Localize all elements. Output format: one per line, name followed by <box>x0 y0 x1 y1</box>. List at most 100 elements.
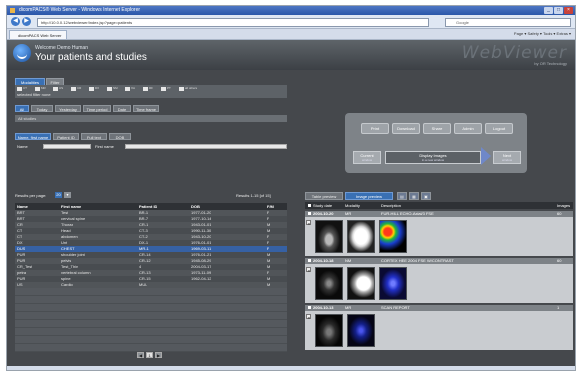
actions-panel: Current window Display Images in a new w… <box>345 113 527 173</box>
page-title: Your patients and studies <box>35 52 147 63</box>
tab-table-preview[interactable]: Table preview <box>305 192 343 200</box>
image-thumbnail[interactable] <box>379 267 407 300</box>
expand-arrow-icon[interactable]: ◂ <box>306 220 311 226</box>
col-images: Images <box>557 203 571 208</box>
empty-row <box>15 304 287 312</box>
modality-checkbox[interactable] <box>125 87 130 91</box>
close-button[interactable]: × <box>564 7 573 14</box>
image-thumbnail[interactable] <box>347 220 375 253</box>
tab-filter[interactable]: Filter <box>46 78 64 85</box>
list-view-icon[interactable]: ▤ <box>397 192 407 200</box>
action-button[interactable]: Download <box>392 123 420 134</box>
display-images-button[interactable]: Display Images in a new window <box>385 151 481 164</box>
checkbox-icon[interactable] <box>308 306 311 309</box>
search-input[interactable]: Google <box>445 18 571 27</box>
filter-button[interactable]: Yesterday <box>55 105 81 112</box>
large-view-icon[interactable]: ▣ <box>421 192 431 200</box>
empty-row <box>15 312 287 320</box>
ie-icon <box>10 8 15 13</box>
browser-window: dicomPACS® Web Server - Windows Internet… <box>6 5 576 371</box>
modality-checkbox[interactable] <box>89 87 94 91</box>
image-thumbnail[interactable] <box>379 220 407 253</box>
command-bar[interactable]: Page ▾ Safety ▾ Tools ▾ Extras ▾ <box>514 30 571 38</box>
action-button[interactable]: Logout <box>485 123 513 134</box>
pager-prev-button[interactable]: ◀ <box>137 352 144 358</box>
firstname-label: First name <box>95 144 114 149</box>
expand-arrow-icon[interactable]: ◂ <box>306 314 311 320</box>
display-images-sub: in a new window <box>421 158 444 162</box>
address-bar: ◀ ▶ http://10.0.0.12/webviewer/index.jsp… <box>7 15 575 29</box>
modality-checkbox[interactable] <box>17 87 22 91</box>
search-tab[interactable]: Patient ID <box>53 133 79 140</box>
name-input[interactable] <box>43 144 91 149</box>
webviewer-app: Welcome Demo Human Your patients and stu… <box>7 40 575 370</box>
thumbnail-strip: ◂ <box>305 264 573 303</box>
filter-button[interactable]: Time frame <box>133 105 159 112</box>
forward-icon[interactable]: ▶ <box>22 17 31 26</box>
tab-modalities[interactable]: Modalities <box>15 78 45 85</box>
brand-subtitle: by OR Technology <box>534 61 567 66</box>
filter-button[interactable]: All <box>15 105 29 112</box>
image-thumbnail[interactable] <box>315 314 343 347</box>
table-header: Name First name Patient ID DOB F/M <box>15 203 287 210</box>
search-tabs: Name, first name Patient ID Full text DOB <box>15 133 287 140</box>
minimize-button[interactable]: _ <box>544 7 553 14</box>
tab-image-preview[interactable]: Image preview <box>345 192 393 200</box>
modality-label: DX <box>95 86 100 90</box>
column-header[interactable]: F/M <box>267 203 274 210</box>
search-tab[interactable]: DOB <box>109 133 131 140</box>
checkbox-icon[interactable] <box>308 259 311 262</box>
column-header[interactable]: Name <box>17 203 28 210</box>
checkbox-icon[interactable] <box>308 212 311 215</box>
filter-button[interactable]: Time period <box>83 105 111 112</box>
empty-row <box>15 288 287 296</box>
pager-next-button[interactable]: ▶ <box>155 352 162 358</box>
modality-checkbox[interactable] <box>161 87 166 91</box>
modality-label: MR <box>41 86 46 90</box>
pager-current-page[interactable]: 1 <box>146 352 153 358</box>
modality-checkbox[interactable] <box>107 87 112 91</box>
filter-button[interactable]: Date <box>113 105 131 112</box>
next-window-button[interactable]: Next window <box>493 151 521 164</box>
image-thumbnail[interactable] <box>315 220 343 253</box>
expand-arrow-icon[interactable]: ◂ <box>306 267 311 273</box>
url-input[interactable]: http://10.0.0.12/webviewer/index.jsp?pag… <box>37 18 429 27</box>
action-button[interactable]: Print <box>361 123 389 134</box>
arrow-right-icon <box>481 147 491 165</box>
grid-view-icon[interactable]: ▦ <box>409 192 419 200</box>
col-modality: Modality <box>345 203 360 208</box>
empty-row <box>15 320 287 328</box>
image-thumbnail[interactable] <box>347 267 375 300</box>
column-header[interactable]: Patient ID <box>139 203 157 210</box>
modality-checkbox[interactable] <box>35 87 40 91</box>
results-per-page-select[interactable]: 20 <box>55 192 62 198</box>
app-header: Welcome Demo Human Your patients and stu… <box>7 40 575 70</box>
browser-tab[interactable]: dicomPACS Web Server <box>9 30 67 39</box>
firstname-input[interactable] <box>125 144 287 149</box>
checkbox-icon[interactable] <box>308 204 311 208</box>
image-thumbnail[interactable] <box>347 314 375 347</box>
smile-logo-icon <box>13 44 31 62</box>
empty-row <box>15 296 287 304</box>
modality-checkbox[interactable] <box>179 87 184 91</box>
action-button[interactable]: Share <box>423 123 451 134</box>
filter-button[interactable]: Today <box>31 105 53 112</box>
window-title: dicomPACS® Web Server - Windows Internet… <box>19 7 141 13</box>
modality-label: all others <box>185 86 198 90</box>
modality-checkbox[interactable] <box>53 87 58 91</box>
search-tab[interactable]: Full text <box>81 133 107 140</box>
image-thumbnail[interactable] <box>315 267 343 300</box>
back-icon[interactable]: ◀ <box>11 17 20 26</box>
modality-checkbox[interactable] <box>143 87 148 91</box>
action-button[interactable]: Admin <box>454 123 482 134</box>
column-header[interactable]: DOB <box>191 203 200 210</box>
modality-checkbox[interactable] <box>71 87 76 91</box>
column-header[interactable]: First name <box>61 203 81 210</box>
chevron-down-icon[interactable]: ▾ <box>64 192 71 198</box>
maximize-button[interactable]: □ <box>554 7 563 14</box>
search-tab[interactable]: Name, first name <box>15 133 51 140</box>
current-window-button[interactable]: Current window <box>353 151 381 164</box>
name-label: Name <box>17 144 28 149</box>
tab-bar: dicomPACS Web Server Page ▾ Safety ▾ Too… <box>7 29 575 40</box>
current-window-sub: window <box>361 158 372 162</box>
